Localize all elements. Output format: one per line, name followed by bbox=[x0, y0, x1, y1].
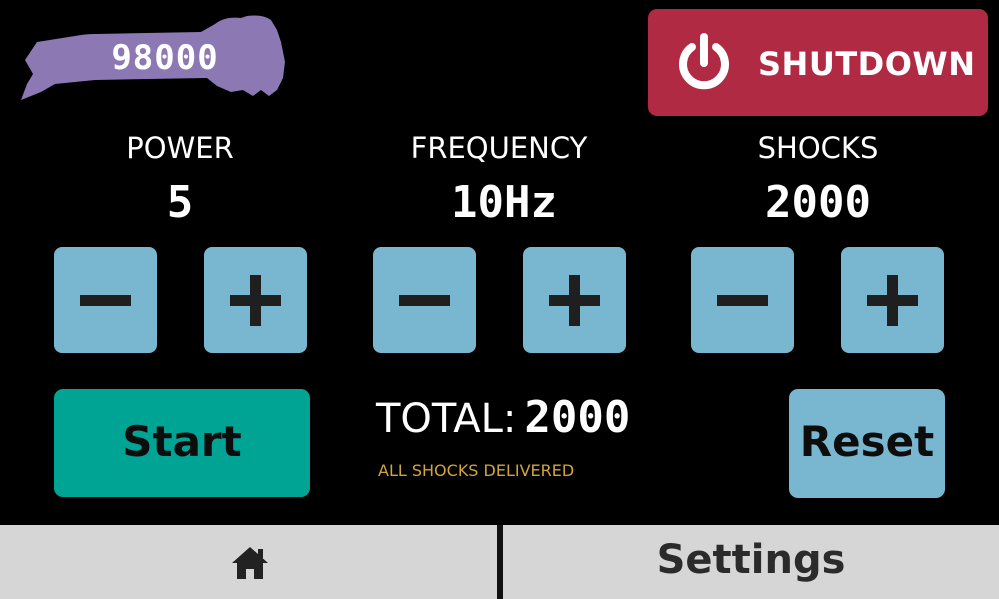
shocks-increase-button[interactable] bbox=[841, 247, 944, 353]
plus-icon bbox=[867, 275, 918, 326]
start-button[interactable]: Start bbox=[54, 389, 310, 497]
home-icon bbox=[232, 547, 268, 579]
power-increase-button[interactable] bbox=[204, 247, 307, 353]
power-icon bbox=[679, 33, 729, 90]
settings-label: Settings bbox=[656, 537, 846, 583]
plus-icon bbox=[549, 275, 600, 326]
power-decrease-button[interactable] bbox=[54, 247, 157, 353]
minus-icon bbox=[80, 295, 131, 306]
frequency-value: 10Hz bbox=[451, 177, 557, 228]
start-label: Start bbox=[122, 417, 242, 466]
shocks-value: 2000 bbox=[765, 177, 871, 228]
total-label: TOTAL: bbox=[376, 396, 517, 442]
shocks-title: SHOCKS bbox=[757, 131, 879, 165]
shocks-decrease-button[interactable] bbox=[691, 247, 794, 353]
nav-settings-tab[interactable]: Settings bbox=[503, 525, 999, 599]
handpiece-counter-badge: 98000 bbox=[15, 12, 287, 102]
treatment-screen: 98000 SHUTDOWN POWER 5 FREQUENCY 10Hz SH… bbox=[0, 0, 999, 599]
plus-icon bbox=[230, 275, 281, 326]
total-row: TOTAL: 2000 bbox=[376, 392, 631, 443]
reset-label: Reset bbox=[799, 417, 935, 466]
reset-button[interactable]: Reset bbox=[789, 389, 945, 498]
bottom-nav: Settings bbox=[0, 525, 999, 599]
shutdown-label: SHUTDOWN bbox=[758, 45, 976, 83]
total-value: 2000 bbox=[524, 392, 631, 443]
status-message: ALL SHOCKS DELIVERED bbox=[378, 461, 575, 480]
shutdown-button[interactable]: SHUTDOWN bbox=[648, 9, 988, 116]
frequency-title: FREQUENCY bbox=[410, 131, 588, 165]
minus-icon bbox=[399, 295, 450, 306]
nav-home-tab[interactable] bbox=[0, 525, 497, 599]
power-title: POWER bbox=[126, 131, 234, 165]
minus-icon bbox=[717, 295, 768, 306]
frequency-increase-button[interactable] bbox=[523, 247, 626, 353]
frequency-decrease-button[interactable] bbox=[373, 247, 476, 353]
power-value: 5 bbox=[166, 177, 194, 228]
counter-value: 98000 bbox=[111, 38, 219, 78]
